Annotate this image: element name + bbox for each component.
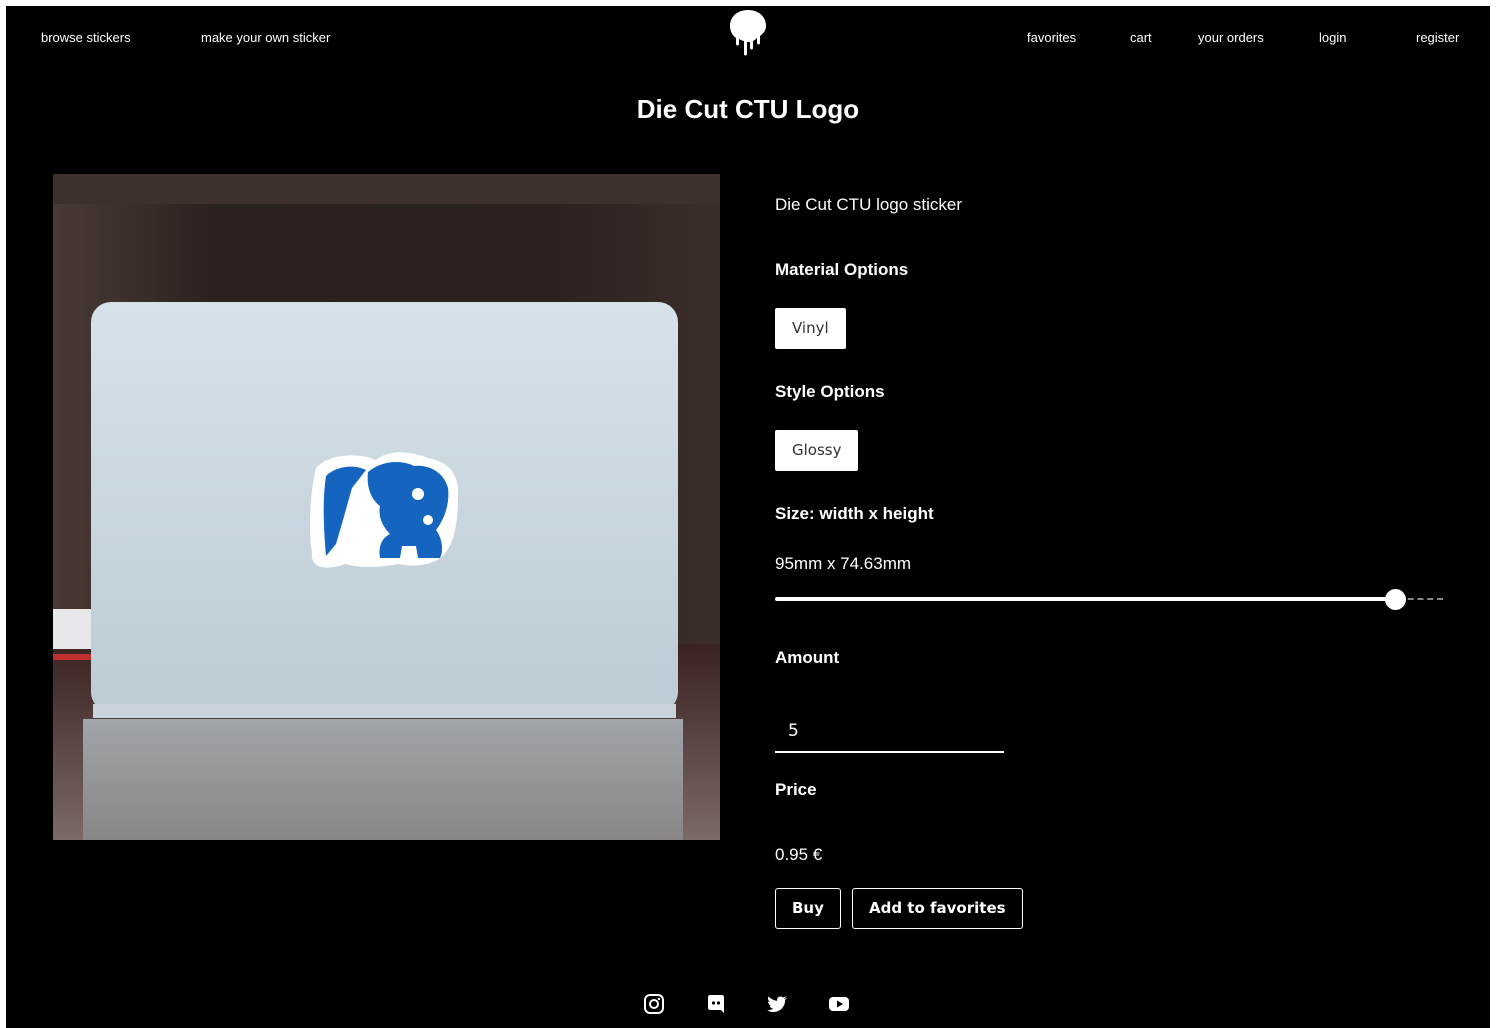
buy-button[interactable]: Buy: [775, 888, 841, 929]
amount-field[interactable]: [775, 711, 1004, 753]
nav-your-orders[interactable]: your orders: [1198, 30, 1264, 45]
discord-icon[interactable]: [705, 993, 727, 1015]
size-label: Size: width x height: [775, 504, 934, 523]
size-slider[interactable]: [775, 588, 1443, 610]
page: browse stickers make your own sticker fa…: [6, 6, 1490, 1028]
instagram-icon[interactable]: [643, 993, 665, 1015]
size-slider-thumb[interactable]: [1385, 589, 1406, 610]
nav-favorites[interactable]: favorites: [1027, 30, 1076, 45]
style-options-label: Style Options: [775, 382, 885, 401]
price-value: 0.95 €: [775, 845, 823, 864]
material-options-label: Material Options: [775, 260, 909, 279]
style-option-glossy[interactable]: Glossy: [775, 430, 859, 471]
nav-make-your-own-sticker[interactable]: make your own sticker: [201, 30, 330, 45]
nav-cart[interactable]: cart: [1130, 30, 1152, 45]
product-image: [53, 174, 720, 840]
nav-login[interactable]: login: [1319, 30, 1346, 45]
twitter-icon[interactable]: [766, 993, 788, 1015]
size-slider-track: [775, 597, 1396, 601]
nav-register[interactable]: register: [1416, 30, 1459, 45]
site-logo-icon[interactable]: [728, 8, 768, 60]
size-value: 95mm x 74.63mm: [775, 554, 912, 573]
add-to-favorites-button[interactable]: Add to favorites: [852, 888, 1023, 929]
product-description: Die Cut CTU logo sticker: [775, 195, 963, 214]
price-label: Price: [775, 780, 817, 799]
material-option-vinyl[interactable]: Vinyl: [775, 308, 846, 349]
amount-label: Amount: [775, 648, 840, 667]
amount-input[interactable]: [775, 711, 1004, 751]
nav-browse-stickers[interactable]: browse stickers: [41, 30, 131, 45]
youtube-icon[interactable]: [828, 993, 850, 1015]
page-title: Die Cut CTU Logo: [636, 94, 860, 124]
